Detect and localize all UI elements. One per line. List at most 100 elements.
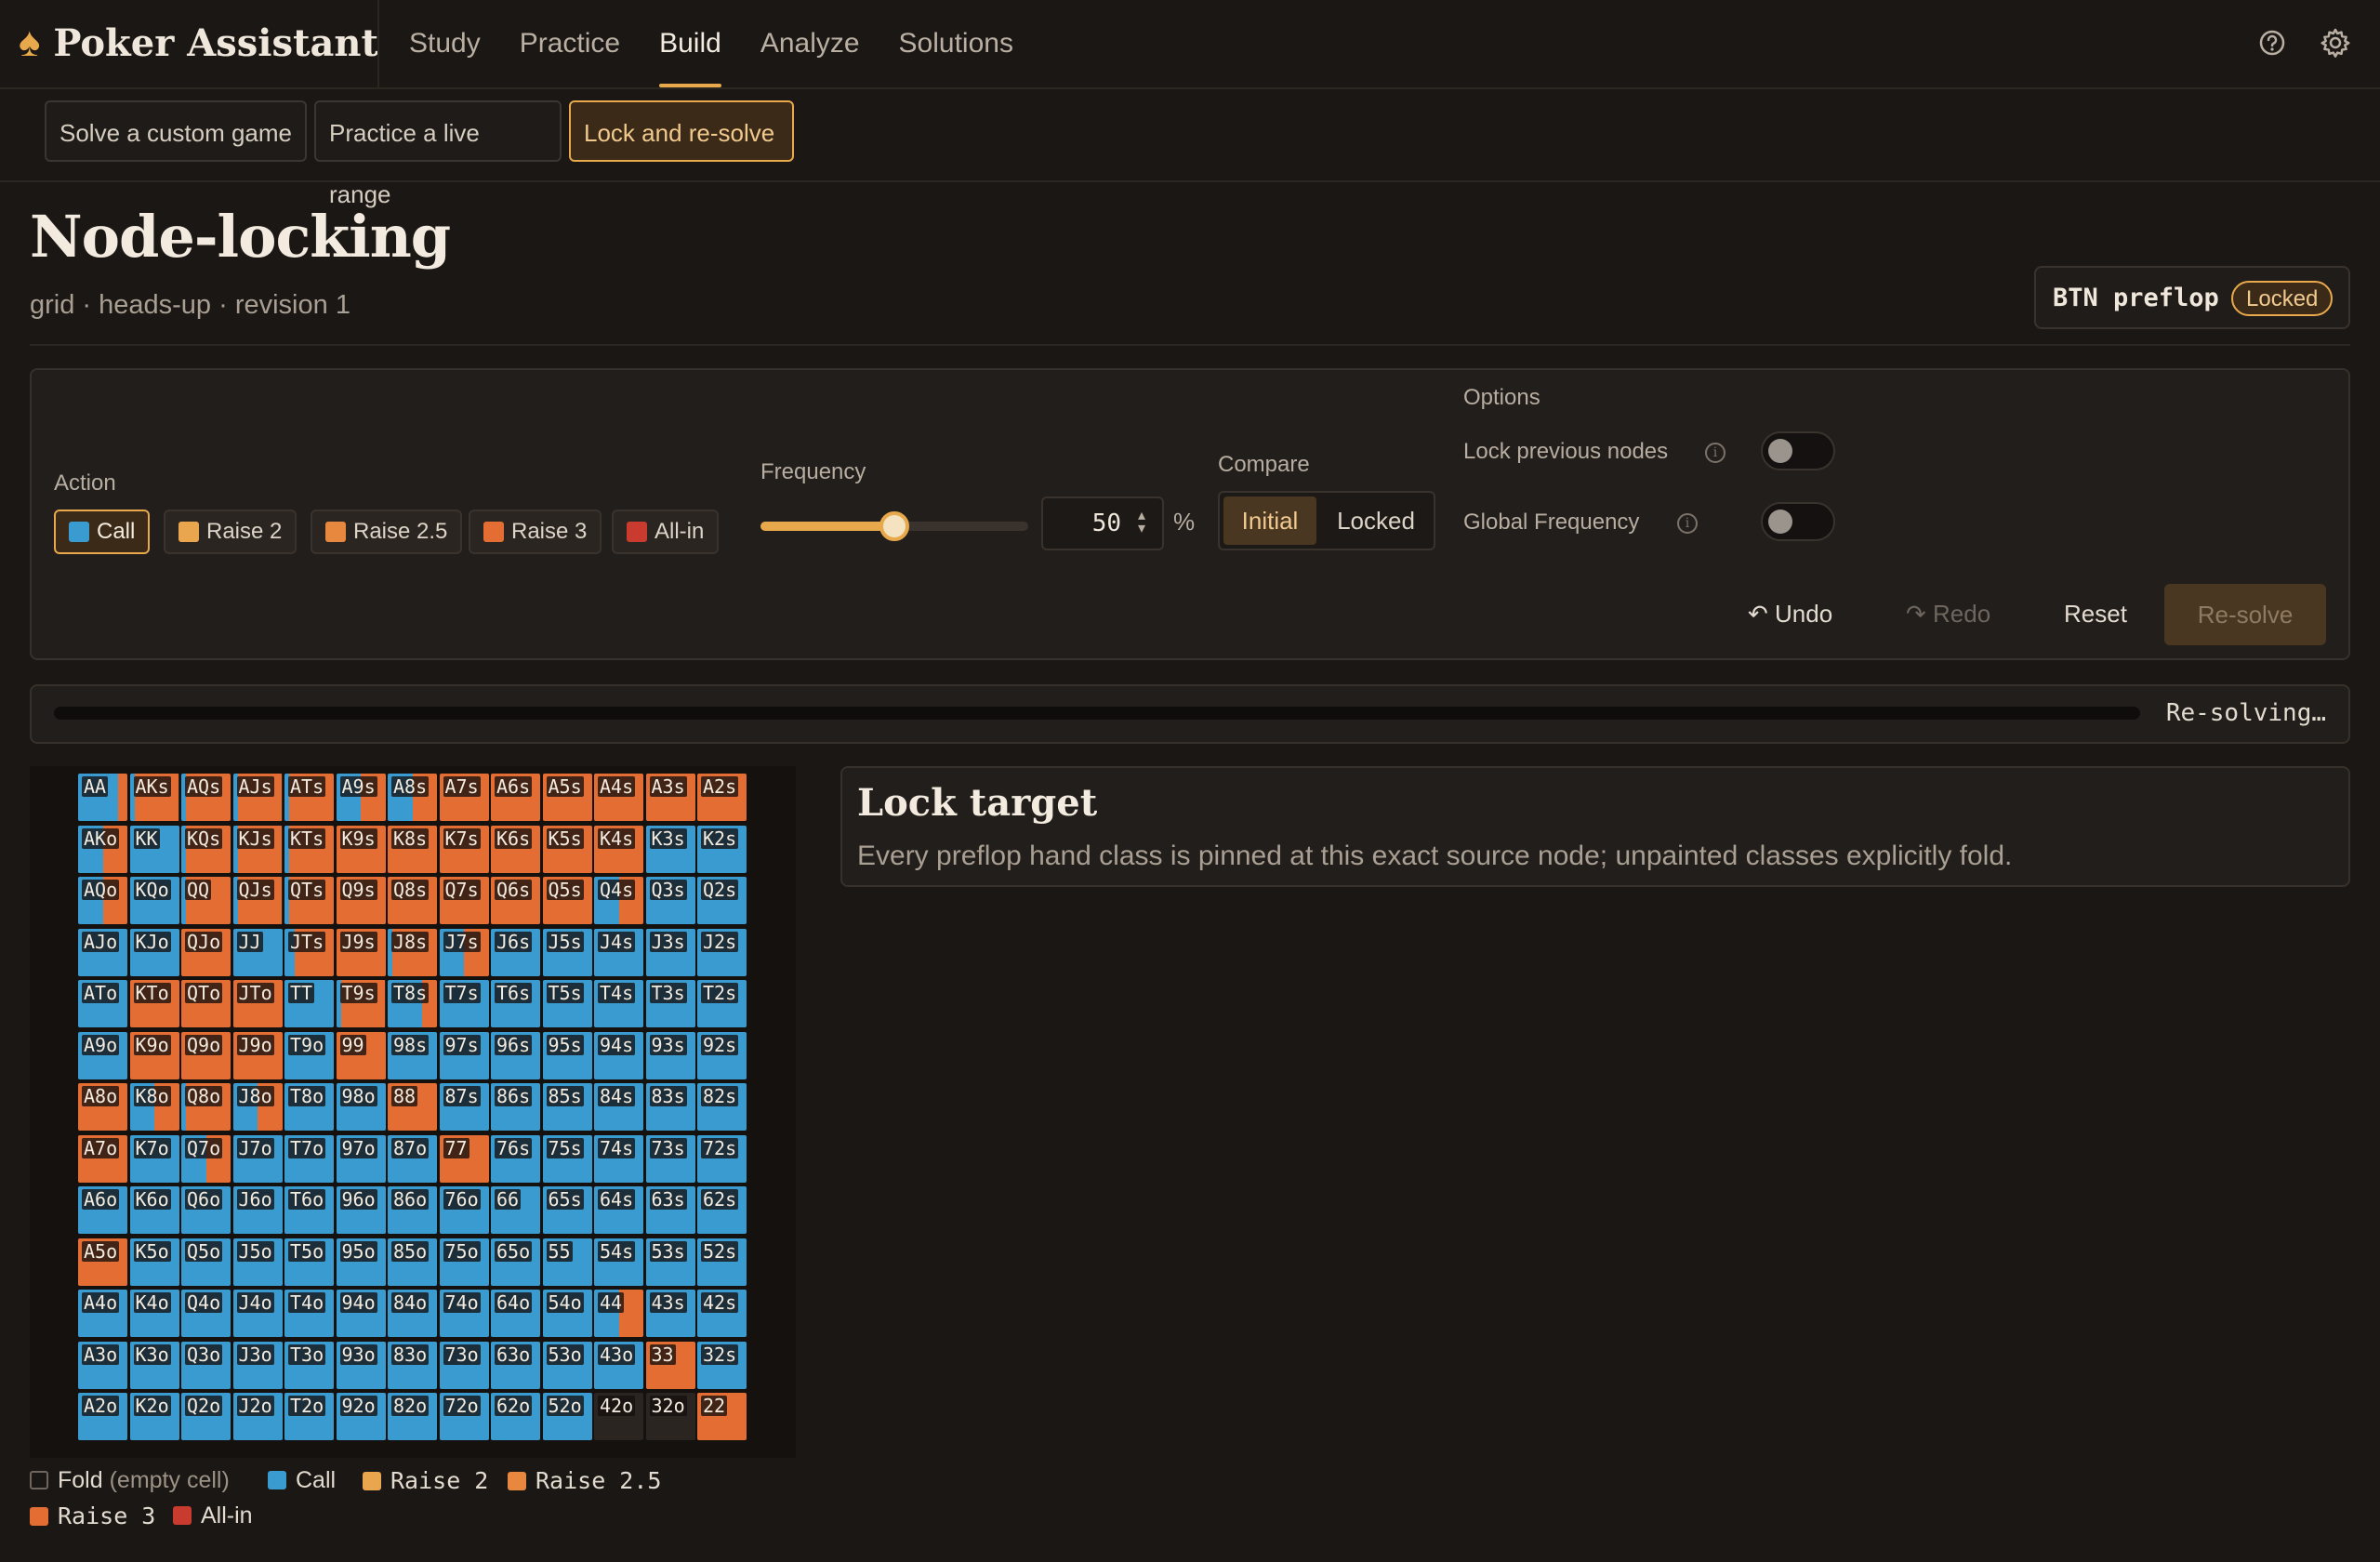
hand-cell-T2s[interactable]: T2s — [697, 980, 747, 1027]
hand-cell-73o[interactable]: 73o — [439, 1341, 489, 1389]
hand-cell-92s[interactable]: 92s — [697, 1031, 747, 1079]
spinner-icon[interactable]: ▴ ▾ — [1138, 509, 1145, 536]
hand-cell-64s[interactable]: 64s — [594, 1186, 643, 1234]
hand-cell-96o[interactable]: 96o — [336, 1186, 386, 1234]
hand-cell-KJs[interactable]: KJs — [232, 825, 283, 873]
hand-cell-K6o[interactable]: K6o — [129, 1186, 179, 1234]
hand-cell-94o[interactable]: 94o — [336, 1290, 386, 1337]
hand-cell-K2s[interactable]: K2s — [697, 825, 747, 873]
hand-cell-K8s[interactable]: K8s — [388, 825, 437, 873]
action-raise-2-chip[interactable]: Raise 2 — [164, 510, 298, 554]
hand-cell-84o[interactable]: 84o — [388, 1290, 437, 1337]
hand-cell-94s[interactable]: 94s — [594, 1031, 643, 1079]
hand-cell-Q6s[interactable]: Q6s — [491, 877, 540, 924]
hand-cell-QQ[interactable]: QQ — [181, 877, 231, 924]
hand-cell-A2o[interactable]: A2o — [78, 1393, 127, 1440]
hand-cell-J4o[interactable]: J4o — [232, 1290, 283, 1337]
nav-solutions[interactable]: Solutions — [899, 0, 1013, 87]
hand-cell-T5o[interactable]: T5o — [284, 1238, 334, 1286]
hand-cell-65s[interactable]: 65s — [542, 1186, 592, 1234]
hand-cell-J6s[interactable]: J6s — [491, 928, 540, 976]
hand-cell-52s[interactable]: 52s — [697, 1238, 747, 1286]
hand-cell-Q6o[interactable]: Q6o — [181, 1186, 231, 1234]
hand-cell-T4o[interactable]: T4o — [284, 1290, 334, 1337]
hand-cell-53o[interactable]: 53o — [542, 1341, 592, 1389]
hand-cell-A3o[interactable]: A3o — [78, 1341, 127, 1389]
hand-cell-A8o[interactable]: A8o — [78, 1083, 127, 1131]
hand-cell-76s[interactable]: 76s — [491, 1134, 540, 1183]
hand-cell-JTs[interactable]: JTs — [284, 928, 334, 976]
nav-build[interactable]: Build — [659, 0, 721, 87]
hand-cell-Q7s[interactable]: Q7s — [439, 877, 489, 924]
hand-cell-A5o[interactable]: A5o — [78, 1238, 127, 1286]
hand-cell-62s[interactable]: 62s — [697, 1186, 747, 1234]
hand-cell-A7s[interactable]: A7s — [439, 774, 489, 821]
hand-cell-ATo[interactable]: ATo — [78, 980, 127, 1027]
hand-cell-54o[interactable]: 54o — [542, 1290, 592, 1337]
hand-cell-J9s[interactable]: J9s — [336, 928, 386, 976]
hand-cell-ATs[interactable]: ATs — [284, 774, 334, 821]
info-icon[interactable]: i — [1677, 513, 1698, 534]
hand-cell-85o[interactable]: 85o — [388, 1238, 437, 1286]
hand-cell-AA[interactable]: AA — [78, 774, 127, 821]
hand-cell-77[interactable]: 77 — [439, 1134, 489, 1183]
hand-cell-Q8o[interactable]: Q8o — [181, 1083, 231, 1131]
hand-cell-T7s[interactable]: T7s — [439, 980, 489, 1027]
hand-cell-KQo[interactable]: KQo — [129, 877, 179, 924]
hand-cell-Q2s[interactable]: Q2s — [697, 877, 747, 924]
frequency-slider-knob[interactable] — [879, 511, 909, 541]
hand-cell-A9o[interactable]: A9o — [78, 1031, 127, 1079]
frequency-slider[interactable] — [760, 511, 1028, 541]
hand-cell-T3o[interactable]: T3o — [284, 1341, 334, 1389]
hand-cell-76o[interactable]: 76o — [439, 1186, 489, 1234]
subtab-practice-live-range[interactable]: Practice a live range — [314, 100, 562, 208]
hand-cell-T6s[interactable]: T6s — [491, 980, 540, 1027]
hand-cell-AQo[interactable]: AQo — [78, 877, 127, 924]
hand-cell-KJo[interactable]: KJo — [129, 928, 179, 976]
hand-cell-AKs[interactable]: AKs — [129, 774, 179, 821]
compare-initial[interactable]: Initial — [1223, 496, 1316, 545]
hand-cell-32s[interactable]: 32s — [697, 1341, 747, 1389]
hand-cell-43s[interactable]: 43s — [645, 1290, 695, 1337]
hand-cell-Q5o[interactable]: Q5o — [181, 1238, 231, 1286]
hand-cell-J6o[interactable]: J6o — [232, 1186, 283, 1234]
hand-cell-K7s[interactable]: K7s — [439, 825, 489, 873]
hand-cell-75s[interactable]: 75s — [542, 1134, 592, 1183]
hand-cell-QJo[interactable]: QJo — [181, 928, 231, 976]
hand-cell-J8o[interactable]: J8o — [232, 1083, 283, 1131]
hand-cell-54s[interactable]: 54s — [594, 1238, 643, 1286]
subtab-lock-and-resolve[interactable]: Lock and re-solve — [569, 100, 794, 162]
hand-cell-J5o[interactable]: J5o — [232, 1238, 283, 1286]
hand-cell-64o[interactable]: 64o — [491, 1290, 540, 1337]
hand-cell-99[interactable]: 99 — [336, 1031, 386, 1079]
hand-cell-43o[interactable]: 43o — [594, 1341, 643, 1389]
help-icon[interactable] — [2255, 26, 2289, 60]
hand-cell-98o[interactable]: 98o — [336, 1083, 386, 1131]
hand-cell-73s[interactable]: 73s — [645, 1134, 695, 1183]
hand-cell-K3s[interactable]: K3s — [645, 825, 695, 873]
hand-cell-42s[interactable]: 42s — [697, 1290, 747, 1337]
hand-cell-K9o[interactable]: K9o — [129, 1031, 179, 1079]
hand-cell-TT[interactable]: TT — [284, 980, 334, 1027]
hand-cell-74s[interactable]: 74s — [594, 1134, 643, 1183]
hand-cell-87o[interactable]: 87o — [388, 1134, 437, 1183]
hand-cell-95s[interactable]: 95s — [542, 1031, 592, 1079]
hand-cell-JTo[interactable]: JTo — [232, 980, 283, 1027]
redo-button[interactable]: ↷ Redo — [1906, 589, 1990, 638]
hand-cell-K8o[interactable]: K8o — [129, 1083, 179, 1131]
hand-cell-86o[interactable]: 86o — [388, 1186, 437, 1234]
hand-cell-A4s[interactable]: A4s — [594, 774, 643, 821]
hand-cell-85s[interactable]: 85s — [542, 1083, 592, 1131]
hand-cell-52o[interactable]: 52o — [542, 1393, 592, 1440]
hand-cell-83o[interactable]: 83o — [388, 1341, 437, 1389]
info-icon[interactable]: i — [1705, 443, 1726, 463]
nav-analyze[interactable]: Analyze — [760, 0, 860, 87]
hand-cell-Q9o[interactable]: Q9o — [181, 1031, 231, 1079]
hand-cell-QTo[interactable]: QTo — [181, 980, 231, 1027]
hand-cell-A3s[interactable]: A3s — [645, 774, 695, 821]
hand-cell-Q9s[interactable]: Q9s — [336, 877, 386, 924]
hand-cell-72o[interactable]: 72o — [439, 1393, 489, 1440]
compare-locked[interactable]: Locked — [1322, 496, 1430, 545]
frequency-input[interactable]: 50 ▴ ▾ — [1041, 496, 1164, 550]
hand-cell-A8s[interactable]: A8s — [388, 774, 437, 821]
